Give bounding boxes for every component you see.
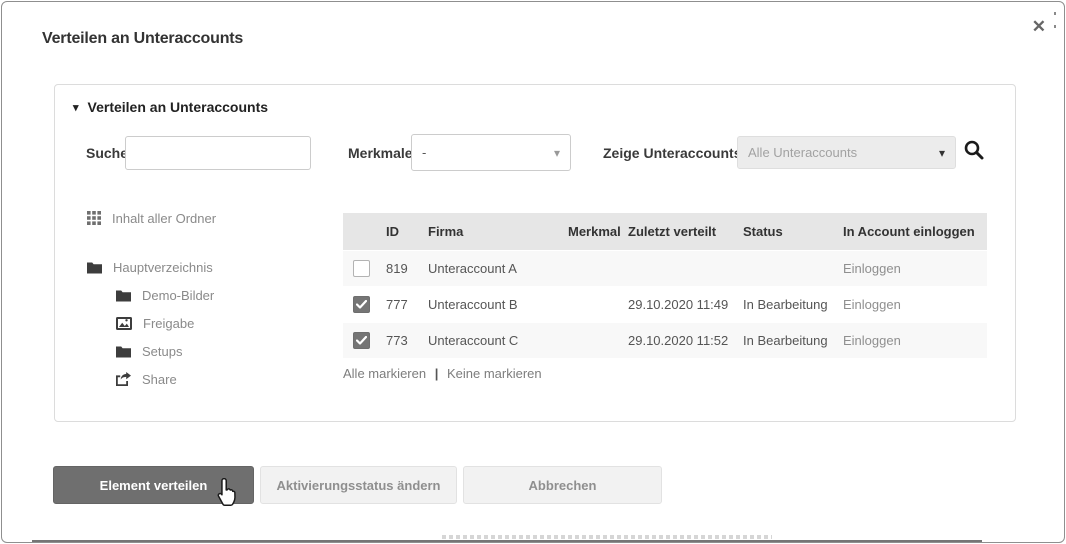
cell-status: In Bearbeitung [743, 297, 843, 312]
row-checkbox[interactable] [353, 296, 370, 313]
cancel-button[interactable]: Abbrechen [463, 466, 662, 504]
tree-item-share[interactable]: Share [87, 365, 337, 393]
tree-item-label: Hauptverzeichnis [113, 260, 213, 275]
change-activation-status-button[interactable]: Aktivierungsstatus ändern [260, 466, 457, 504]
tree-item-freigabe[interactable]: Freigabe [87, 309, 337, 337]
subaccounts-table: ID Firma Merkmal Zuletzt verteilt Status… [343, 213, 987, 358]
background-page-edge [32, 540, 982, 542]
footer-buttons: Element verteilen Aktivierungsstatus änd… [53, 466, 662, 504]
tree-item-label: Freigabe [143, 316, 194, 331]
login-link[interactable]: Einloggen [843, 261, 987, 276]
search-input[interactable] [125, 136, 311, 170]
select-all-link[interactable]: Alle markieren [343, 366, 426, 381]
col-header-merkmal: Merkmal [568, 224, 628, 239]
col-header-login: In Account einloggen [843, 224, 987, 239]
panel-collapse-header[interactable]: ▾ Verteilen an Unteraccounts [73, 99, 268, 115]
cell-firma: Unteraccount A [428, 261, 568, 276]
modal-title: Verteilen an Unteraccounts [42, 30, 243, 48]
cell-status: In Bearbeitung [743, 333, 843, 348]
col-header-zuletzt-verteilt: Zuletzt verteilt [628, 224, 743, 239]
tree-item-demo-bilder[interactable]: Demo-Bilder [87, 281, 337, 309]
select-none-link[interactable]: Keine markieren [447, 366, 542, 381]
panel-header-label: Verteilen an Unteraccounts [88, 99, 269, 115]
selection-links: Alle markieren | Keine markieren [343, 366, 542, 381]
tree-item-label: Share [142, 372, 177, 387]
table-row: 777 Unteraccount B 29.10.2020 11:49 In B… [343, 286, 987, 322]
cell-id: 773 [386, 333, 428, 348]
merkmale-label: Merkmale [348, 145, 413, 161]
cell-id: 777 [386, 297, 428, 312]
scrollbar-dot [1054, 25, 1056, 28]
tree-item-setups[interactable]: Setups [87, 337, 337, 365]
folder-tree: Inhalt aller Ordner Hauptverzeichnis Dem… [87, 207, 337, 393]
caret-down-icon: ▾ [73, 101, 79, 114]
tree-item-label: Inhalt aller Ordner [112, 211, 216, 226]
tree-item-hauptverzeichnis[interactable]: Hauptverzeichnis [87, 253, 337, 281]
search-button[interactable] [963, 139, 985, 161]
zeige-unteraccounts-dropdown[interactable]: Alle Unteraccounts ▾ [737, 136, 956, 169]
search-label: Suche [86, 145, 128, 161]
grid-icon [87, 211, 101, 225]
cell-zuletzt: 29.10.2020 11:52 [628, 333, 743, 348]
search-icon [963, 139, 985, 161]
share-icon [116, 372, 131, 386]
row-checkbox[interactable] [353, 332, 370, 349]
merkmale-dropdown[interactable]: - ▾ [411, 134, 571, 171]
cell-firma: Unteraccount C [428, 333, 568, 348]
login-link[interactable]: Einloggen [843, 297, 987, 312]
folder-icon [116, 289, 131, 302]
tree-item-label: Demo-Bilder [142, 288, 214, 303]
chevron-down-icon: ▾ [554, 146, 560, 160]
close-icon[interactable]: ✕ [1032, 18, 1046, 35]
cell-id: 819 [386, 261, 428, 276]
login-link[interactable]: Einloggen [843, 333, 987, 348]
zeige-selected-value: Alle Unteraccounts [748, 145, 857, 160]
table-header-row: ID Firma Merkmal Zuletzt verteilt Status… [343, 213, 987, 250]
distribute-panel: ▾ Verteilen an Unteraccounts Suche Merkm… [54, 84, 1016, 422]
cell-zuletzt: 29.10.2020 11:49 [628, 297, 743, 312]
cell-firma: Unteraccount B [428, 297, 568, 312]
image-icon [116, 317, 132, 330]
chevron-down-icon: ▾ [939, 146, 945, 160]
folder-icon [87, 261, 102, 274]
table-row: 773 Unteraccount C 29.10.2020 11:52 In B… [343, 322, 987, 358]
distribute-modal: Verteilen an Unteraccounts ✕ ▾ Verteilen… [1, 1, 1065, 543]
table-row: 819 Unteraccount A Einloggen [343, 250, 987, 286]
zeige-unteraccounts-label: Zeige Unteraccounts [603, 145, 741, 161]
col-header-firma: Firma [428, 224, 568, 239]
distribute-element-button[interactable]: Element verteilen [53, 466, 254, 504]
tree-item-label: Setups [142, 344, 182, 359]
link-separator: | [435, 366, 439, 381]
background-page-artifact [442, 535, 772, 539]
row-checkbox[interactable] [353, 260, 370, 277]
col-header-status: Status [743, 224, 843, 239]
scrollbar-dot [1054, 12, 1056, 15]
merkmale-selected-value: - [422, 145, 426, 160]
folder-icon [116, 345, 131, 358]
tree-item-all-folders[interactable]: Inhalt aller Ordner [87, 207, 337, 229]
col-header-id: ID [386, 224, 428, 239]
